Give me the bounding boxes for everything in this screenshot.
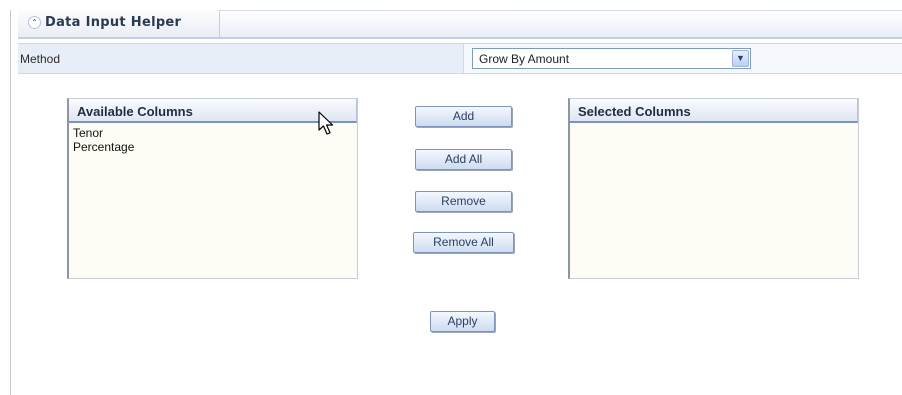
selected-columns-header-label: Selected Columns: [578, 104, 691, 119]
available-columns-list[interactable]: Available Columns Tenor Percentage: [67, 98, 358, 279]
available-columns-header: Available Columns: [69, 99, 357, 123]
panel-title: Data Input Helper: [45, 15, 182, 30]
mouse-pointer-icon: [318, 111, 334, 135]
remove-button[interactable]: Remove: [415, 191, 512, 212]
selected-columns-list[interactable]: Selected Columns: [568, 98, 859, 279]
available-columns-header-label: Available Columns: [77, 104, 193, 119]
apply-button[interactable]: Apply: [430, 311, 495, 332]
header-divider: [18, 37, 902, 39]
chevron-down-icon[interactable]: ▼: [732, 50, 749, 67]
available-columns-body: Tenor Percentage: [71, 126, 355, 276]
method-select-value: Grow By Amount: [479, 52, 570, 66]
selected-columns-body: [572, 126, 856, 276]
selected-columns-header: Selected Columns: [570, 99, 858, 123]
left-frame-border: [10, 10, 11, 395]
list-item[interactable]: Tenor: [71, 126, 355, 140]
method-select[interactable]: Grow By Amount ▼: [472, 48, 751, 69]
data-input-helper-page: ⌃ Data Input Helper Method Grow By Amoun…: [0, 0, 902, 395]
remove-all-button[interactable]: Remove All: [413, 232, 514, 253]
list-item[interactable]: Percentage: [71, 140, 355, 154]
method-label: Method: [20, 52, 61, 66]
chevron-double-up-icon[interactable]: ⌃: [28, 16, 41, 29]
add-button[interactable]: Add: [415, 106, 512, 127]
add-all-button[interactable]: Add All: [415, 149, 512, 170]
